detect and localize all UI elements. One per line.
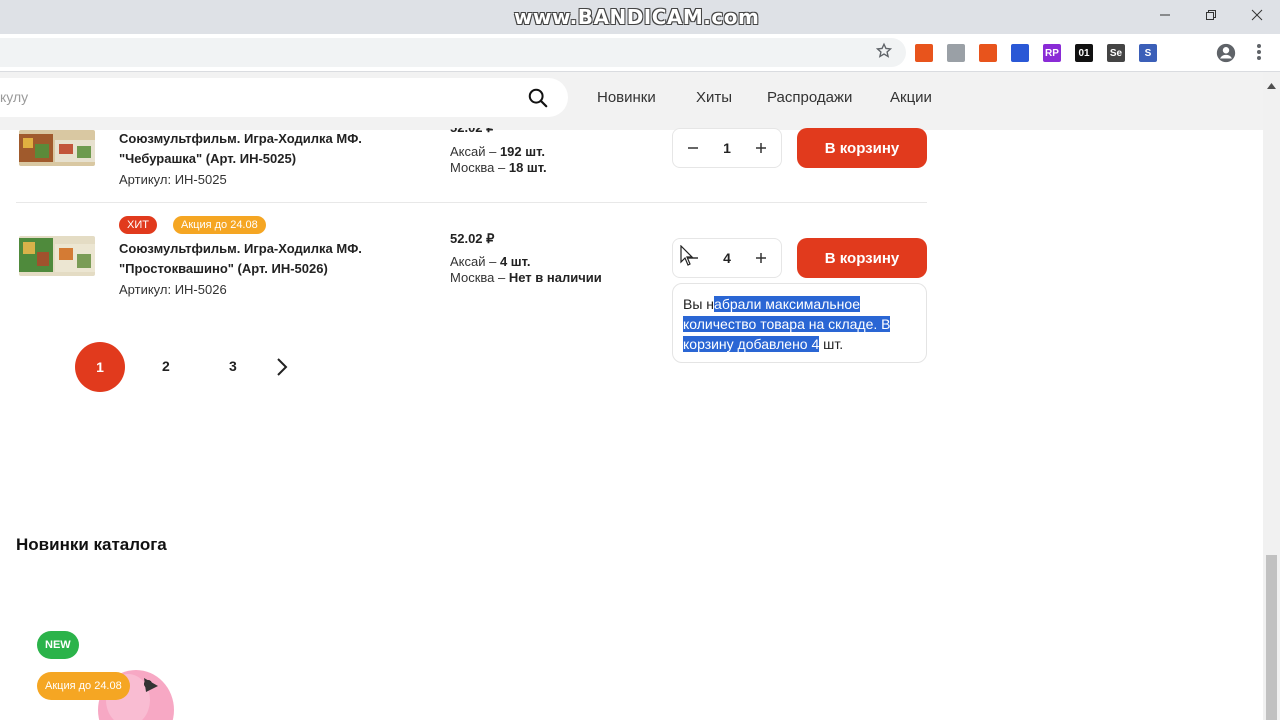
- nav-sales[interactable]: Распродажи: [767, 89, 852, 106]
- new-arrivals-title: Новинки каталога: [16, 535, 167, 554]
- site-header: кулу Новинки Хиты Распродажи Акции: [0, 72, 1263, 130]
- page-3-button[interactable]: 3: [229, 358, 237, 374]
- add-to-cart-button[interactable]: В корзину: [797, 238, 927, 278]
- se-extension-icon[interactable]: Se: [1107, 44, 1125, 62]
- quantity-stepper[interactable]: 1: [672, 128, 782, 168]
- page-2-button[interactable]: 2: [162, 358, 170, 374]
- s-extension-icon[interactable]: S: [1139, 44, 1157, 62]
- hit-badge: ХИТ: [119, 216, 157, 234]
- minimize-icon: [1160, 14, 1170, 16]
- next-page-chevron-icon[interactable]: [275, 357, 289, 382]
- stock-aksai: Аксай – 4 шт.: [450, 254, 531, 269]
- bookmark-star-icon[interactable]: [875, 42, 893, 65]
- promo-badge: Акция до 24.08: [173, 216, 266, 234]
- mouse-cursor-icon: [680, 244, 694, 272]
- restore-icon: [1206, 10, 1216, 20]
- fire-extension-icon[interactable]: [915, 44, 933, 62]
- new-badge: NEW: [37, 631, 79, 659]
- product-price: 52.02 ₽: [450, 231, 495, 246]
- restore-button[interactable]: [1196, 4, 1226, 26]
- increase-button[interactable]: [752, 249, 770, 267]
- nav-new[interactable]: Новинки: [597, 89, 656, 106]
- stock-moscow: Москва – 18 шт.: [450, 160, 547, 175]
- product-title[interactable]: Союзмультфильм. Игра-Ходилка МФ. "Просто…: [119, 239, 419, 279]
- profile-icon[interactable]: [1215, 42, 1237, 69]
- selected-text: абрали максимальное количество товара на…: [683, 296, 891, 352]
- promo-badge: Акция до 24.08: [37, 672, 130, 700]
- browser-menu-icon[interactable]: [1252, 42, 1266, 67]
- close-window-button[interactable]: [1242, 4, 1272, 26]
- cart-extension-icon[interactable]: [1011, 44, 1029, 62]
- recording-watermark: www.BANDICAM.com: [514, 5, 760, 29]
- search-input[interactable]: кулу: [0, 78, 568, 117]
- product-thumbnail[interactable]: [19, 236, 95, 276]
- rp-extension-icon[interactable]: RP: [1043, 44, 1061, 62]
- plus-icon: [756, 253, 766, 263]
- o1-extension-icon[interactable]: 01: [1075, 44, 1093, 62]
- product-article: Артикул: ИН-5026: [119, 282, 227, 297]
- close-icon: [1251, 9, 1263, 21]
- add-to-cart-button[interactable]: В корзину: [797, 128, 927, 168]
- row-divider: [16, 202, 927, 203]
- nav-promotions[interactable]: Акции: [890, 89, 932, 106]
- product-title[interactable]: Союзмультфильм. Игра-Ходилка МФ. "Чебура…: [119, 129, 419, 169]
- search-icon[interactable]: [527, 87, 549, 114]
- rocket-extension-icon[interactable]: [979, 44, 997, 62]
- max-quantity-notice: Вы набрали максимальное количество товар…: [672, 283, 927, 363]
- minimize-button[interactable]: [1150, 4, 1180, 26]
- stack-extension-icon[interactable]: [947, 44, 965, 62]
- increase-button[interactable]: [752, 139, 770, 157]
- plus-icon: [756, 143, 766, 153]
- search-placeholder: кулу: [0, 89, 29, 105]
- address-bar[interactable]: [0, 38, 906, 67]
- scroll-up-arrow-icon[interactable]: [1267, 76, 1276, 94]
- stock-aksai: Аксай – 192 шт.: [450, 144, 545, 159]
- stock-moscow: Москва – Нет в наличии: [450, 270, 602, 285]
- product-article: Артикул: ИН-5025: [119, 172, 227, 187]
- scrollbar-thumb[interactable]: [1266, 555, 1277, 720]
- product-thumbnail[interactable]: [19, 130, 95, 166]
- nav-hits[interactable]: Хиты: [696, 89, 732, 106]
- page-1-button[interactable]: 1: [75, 342, 125, 392]
